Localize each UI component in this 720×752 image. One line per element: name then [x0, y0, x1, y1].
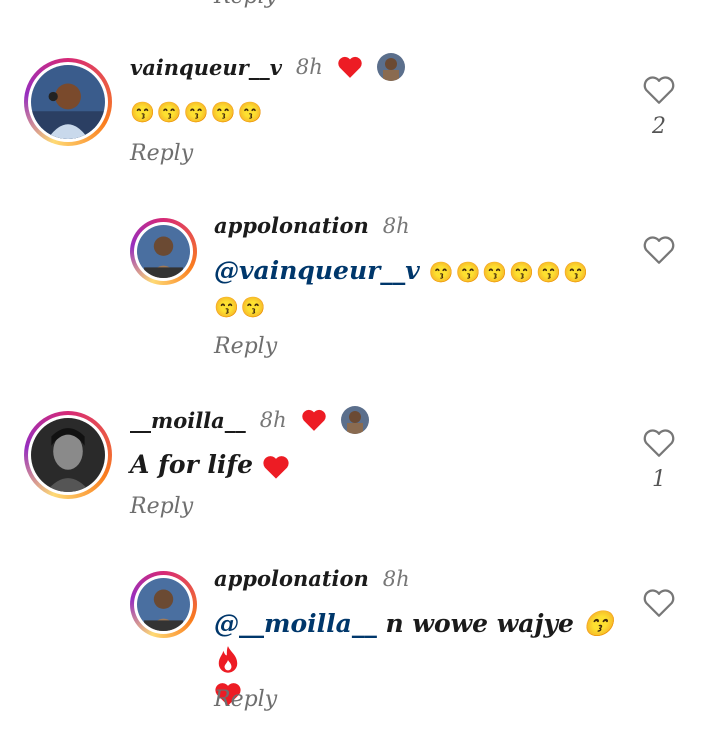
comment-time: 8h — [259, 408, 287, 432]
comment-username[interactable]: appolonation — [214, 213, 369, 238]
like-count: 1 — [652, 467, 666, 492]
creator-avatar — [376, 53, 405, 81]
heart-outline-icon[interactable] — [642, 427, 676, 459]
reply-link[interactable]: Reply — [130, 141, 193, 166]
comment-username[interactable]: vainqueur__v — [130, 55, 282, 80]
mention-link[interactable]: @__moilla__ — [214, 609, 377, 638]
reply-link[interactable]: Reply — [214, 687, 277, 712]
reply-link[interactable]: Reply — [214, 334, 277, 359]
comment-time: 8h — [382, 213, 410, 238]
reply-link[interactable]: Reply — [214, 0, 277, 9]
avatar[interactable] — [24, 411, 112, 499]
heart-outline-icon[interactable] — [642, 74, 676, 106]
comment-text: A for life — [130, 450, 254, 479]
heart-filled-icon — [301, 409, 326, 431]
reply-link[interactable]: Reply — [130, 494, 193, 519]
heart-outline-icon[interactable] — [642, 234, 676, 266]
avatar[interactable] — [130, 571, 197, 638]
heart-outline-icon[interactable] — [642, 587, 676, 619]
like-count: 2 — [652, 114, 666, 139]
fire-icon — [218, 645, 238, 673]
heart-filled-icon — [338, 56, 362, 78]
comment-text-line2: 😙😙 — [214, 295, 268, 319]
creator-avatar — [340, 406, 369, 434]
comment-time: 8h — [295, 55, 323, 79]
heart-emoji-icon — [263, 455, 289, 479]
comment-username[interactable]: __moilla__ — [130, 408, 246, 433]
avatar[interactable] — [24, 58, 112, 146]
comment-time: 8h — [382, 566, 410, 591]
mention-link[interactable]: @vainqueur__v — [214, 256, 420, 285]
comment-text: 😙😙😙😙😙 — [130, 100, 265, 124]
comment-text: n wowe wajye 😙 — [385, 609, 614, 638]
comment-username[interactable]: appolonation — [214, 566, 369, 591]
comment-text: 😙😙😙😙😙😙 — [428, 260, 590, 284]
avatar[interactable] — [130, 218, 197, 285]
